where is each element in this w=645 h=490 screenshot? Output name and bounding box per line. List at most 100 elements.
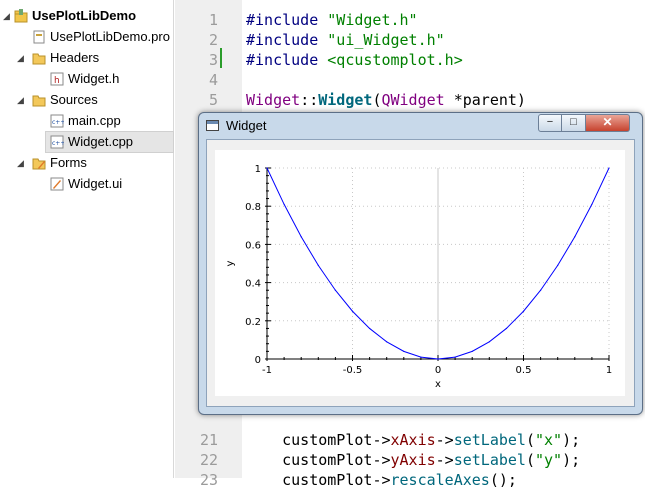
data-point [557, 264, 559, 267]
expand-arrow-icon[interactable]: ◢ [17, 48, 24, 68]
line-number: 21 [199, 431, 218, 449]
line-number: 2 [208, 31, 218, 49]
data-point [488, 341, 490, 343]
code-token: -> [372, 431, 391, 449]
custom-plot[interactable]: -1 -0.5 0 0.5 1 0 0.2 0.4 0.6 0.8 1 x y [215, 150, 625, 396]
code-line[interactable]: customPlot->rescaleAxes(); [246, 470, 517, 490]
expand-arrow-icon[interactable]: ◢ [17, 90, 24, 110]
code-token: ); [562, 431, 581, 449]
tree-item-label: main.cpp [68, 113, 121, 128]
code-token: #include [246, 11, 319, 29]
data-point [454, 356, 456, 358]
tree-item-project[interactable]: ◢ UsePlotLibDemo [0, 6, 174, 26]
tree-item-sources[interactable]: ◢ Sources [0, 90, 174, 110]
folder-icon [32, 51, 46, 65]
code-token: "y" [535, 451, 563, 469]
data-point [574, 236, 576, 238]
project-name: UsePlotLibDemo [32, 8, 137, 23]
x-tick-label: 0 [435, 365, 441, 376]
expand-arrow-icon[interactable]: ◢ [17, 153, 24, 173]
expand-arrow-icon[interactable]: ◢ [3, 6, 10, 26]
line-number: 23 [199, 471, 218, 489]
code-token: -> [435, 431, 454, 449]
data-point [351, 310, 354, 312]
window-client-area: -1 -0.5 0 0.5 1 0 0.2 0.4 0.6 0.8 1 x y [206, 139, 635, 407]
minimize-button[interactable]: − [538, 114, 562, 132]
line-number: 22 [199, 451, 218, 469]
changed-line-marker [220, 48, 222, 68]
code-token: *parent) [444, 91, 526, 109]
tree-item-widget-h[interactable]: h Widget.h [0, 69, 174, 89]
tree-item-label: Widget.cpp [68, 134, 134, 149]
code-token: xAxis [390, 431, 436, 449]
code-token: customPlot [282, 451, 373, 469]
code-token: :: [300, 91, 319, 109]
maximize-button[interactable]: □ [562, 114, 586, 132]
window-titlebar[interactable]: Widget − □ ✕ [199, 113, 642, 139]
tree-item-label: UsePlotLibDemo.pro [50, 29, 170, 44]
code-token: ( [525, 431, 535, 449]
y-tick-label: 0 [255, 355, 261, 366]
code-line[interactable]: customPlot->xAxis->setLabel("x"); [246, 430, 580, 450]
code-token: -> [372, 471, 391, 489]
tree-item-forms[interactable]: ◢ Forms [0, 153, 174, 173]
window-title: Widget [226, 118, 267, 133]
cpp-file-icon: c++ [50, 135, 65, 149]
data-point [420, 356, 422, 358]
header-file-icon: h [50, 72, 64, 86]
code-line[interactable]: Widget::Widget(QWidget *parent) [246, 90, 526, 110]
y-tick-label: 0.2 [245, 317, 261, 328]
code-token: #include [246, 31, 319, 49]
code-token: yAxis [390, 451, 436, 469]
project-tree: ◢ UsePlotLibDemo UsePlotLibDemo.pro ◢ He… [0, 0, 174, 478]
code-token: (); [489, 471, 517, 489]
data-point [300, 236, 302, 238]
tree-item-pro-file[interactable]: UsePlotLibDemo.pro [0, 27, 174, 47]
x-tick-label: -0.5 [343, 365, 363, 376]
code-token: customPlot [282, 431, 373, 449]
tree-item-main-cpp[interactable]: c++ main.cpp [0, 111, 174, 131]
data-point [437, 358, 439, 360]
data-point [403, 350, 405, 352]
code-token: ); [562, 451, 581, 469]
code-line[interactable]: #include <qcustomplot.h> [246, 50, 463, 70]
close-button[interactable]: ✕ [586, 114, 630, 132]
code-token: ( [525, 451, 535, 469]
tree-item-label: Widget.ui [68, 176, 123, 191]
line-number: 3 [208, 51, 218, 69]
data-point [283, 203, 285, 205]
data-point [266, 167, 268, 169]
code-token: Widget [246, 91, 301, 109]
plot-svg: -1 -0.5 0 0.5 1 0 0.2 0.4 0.6 0.8 1 x y [225, 164, 612, 390]
x-axis-label: x [435, 379, 441, 390]
code-token: "ui_Widget.h" [327, 31, 445, 49]
code-line[interactable]: #include "Widget.h" [246, 10, 418, 30]
tree-item-widget-ui[interactable]: Widget.ui [0, 174, 174, 194]
code-token: setLabel [453, 451, 526, 469]
code-token: rescaleAxes [390, 471, 490, 489]
cpp-file-icon: c++ [50, 114, 65, 128]
tree-item-widget-cpp[interactable]: c++ Widget.cpp [45, 131, 174, 153]
code-token: #include [246, 51, 319, 69]
pro-file-icon [32, 30, 46, 44]
code-line[interactable]: #include "ui_Widget.h" [246, 30, 445, 50]
svg-text:c++: c++ [52, 140, 64, 147]
code-token: -> [372, 451, 391, 469]
widget-window[interactable]: Widget − □ ✕ -1 -0.5 0 0.5 1 0 0.2 0.4 0.6 0.8 1 x y [198, 112, 643, 415]
tree-item-label: Headers [50, 50, 100, 65]
line-number: 1 [208, 11, 218, 29]
code-token: <qcustomplot.h> [327, 51, 463, 69]
code-token: Widget [318, 91, 373, 109]
line-number: 4 [208, 71, 218, 89]
tree-item-label: Sources [50, 92, 98, 107]
ui-file-icon [50, 177, 64, 191]
data-point [369, 327, 371, 330]
code-line[interactable]: customPlot->yAxis->setLabel("y"); [246, 450, 580, 470]
data-point [505, 327, 507, 330]
tree-item-headers[interactable]: ◢ Headers [0, 48, 174, 68]
x-tick-label: 1 [606, 365, 612, 376]
tree-item-label: Widget.h [68, 71, 120, 86]
forms-folder-icon [32, 156, 46, 170]
window-app-icon [206, 120, 219, 131]
code-token: customPlot [282, 471, 373, 489]
